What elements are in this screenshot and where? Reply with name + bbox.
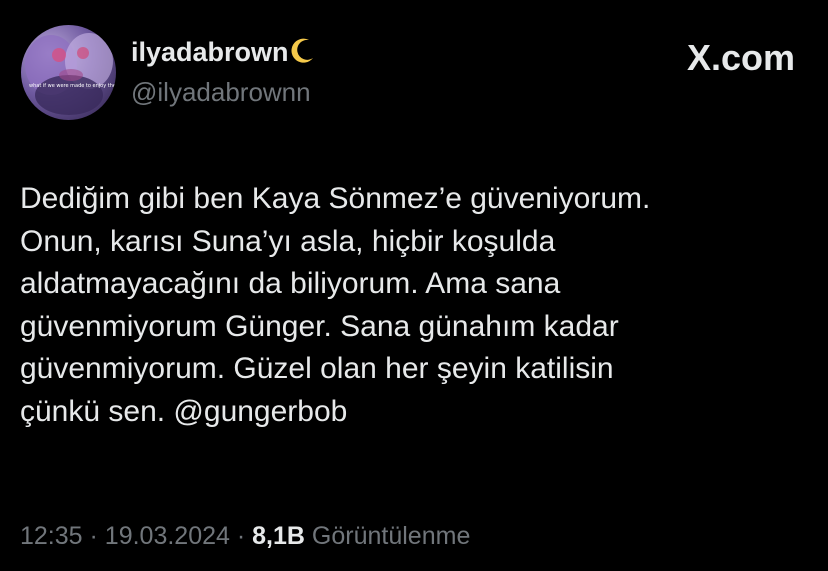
views-label: Görüntülenme: [311, 522, 471, 550]
crescent-moon-icon: [291, 38, 315, 71]
tweet-line: aldatmayacağını da biliyorum. Ama sana: [20, 267, 561, 300]
author-handle[interactable]: @ilyadabrownn: [131, 76, 311, 108]
views-count: 8,1B: [252, 522, 305, 550]
tweet-date[interactable]: 19.03.2024: [105, 522, 230, 550]
tweet-line: Onun, karısı Suna’yı asla, hiçbir koşuld…: [20, 224, 556, 258]
meta-separator: ·: [236, 522, 246, 550]
tweet-line: güvenmiyorum. Güzel olan her şeyin katil…: [20, 352, 614, 385]
meta-separator: ·: [89, 522, 98, 550]
tweet-line: Dediğim gibi ben Kaya Sönmez’e güveniyor…: [20, 182, 651, 215]
author-name-text: ilyadabrown: [131, 37, 289, 67]
tweet-meta: 12:35 · 19.03.2024 · 8,1B Görüntülenme: [20, 520, 470, 552]
avatar[interactable]: what if we were made to enjoy the sin: [21, 25, 116, 120]
author-display-name[interactable]: ilyadabrown: [131, 36, 315, 71]
avatar-image: [25, 33, 113, 115]
tweet-text: Dediğim gibi ben Kaya Sönmez’e güveniyor…: [20, 178, 810, 433]
x-com-logo: X.com: [686, 37, 795, 78]
tweet-line: güvenmiyorum Günger. Sana günahım kadar: [20, 309, 619, 343]
avatar-caption: what if we were made to enjoy the sin: [29, 83, 116, 89]
tweet-time[interactable]: 12:35: [20, 522, 83, 550]
tweet-line: çünkü sen. @gungerbob: [20, 394, 348, 428]
